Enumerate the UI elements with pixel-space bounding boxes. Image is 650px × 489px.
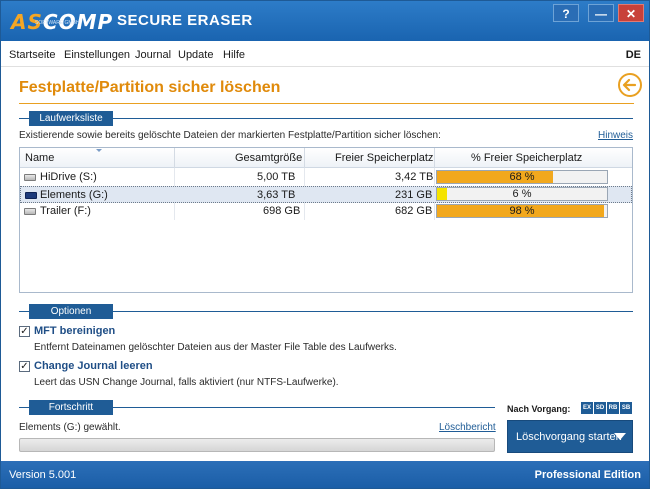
free-space-bar: 98 % [436,204,608,218]
drive-total: 3,63 TB [257,189,296,201]
report-link[interactable]: Löschbericht [439,422,496,433]
menu-item-hilfe[interactable]: Hilfe [223,49,245,61]
mft-checkbox[interactable]: ✓ [19,326,30,337]
drive-icon [24,208,36,215]
section-rule-left [19,407,29,408]
drive-name: Elements (G:) [40,189,108,201]
section-progress: Fortschritt [29,400,113,415]
hint-link[interactable]: Hinweis [598,130,633,141]
sort-indicator-icon [96,149,102,152]
logo-subtext: SOFTWARE GMBH [35,20,80,26]
menu-item-journal[interactable]: Journal [135,49,171,61]
section-rule-left [19,311,29,312]
drive-table[interactable]: Name Gesamtgröße Freier Speicherplatz % … [19,147,633,293]
version-label: Version 5.001 [9,469,77,481]
edition-label: Professional Edition [534,469,641,481]
drive-description: Existierende sowie bereits gelöschte Dat… [19,130,441,141]
after-reboot-button[interactable]: RB [607,402,619,414]
column-divider [174,148,175,168]
section-rule-right [113,118,633,119]
title-divider [19,103,634,104]
table-row-selected[interactable]: Elements (G:) 3,63 TB 231 GB 6 % [20,186,632,203]
back-arrow-icon[interactable] [618,73,642,97]
free-space-percent: 68 % [509,171,535,183]
table-header: Name Gesamtgröße Freier Speicherplatz % … [20,148,632,168]
back-arrow-glyph [622,78,637,92]
free-space-bar: 6 % [436,187,608,201]
page-title: Festplatte/Partition sicher löschen [19,79,281,96]
app-window: ASCOMP SOFTWARE GMBH SECURE ERASER ? — ✕… [0,0,650,489]
mft-option-title[interactable]: MFT bereinigen [34,325,115,337]
minimize-button[interactable]: — [588,4,614,22]
journal-checkbox[interactable]: ✓ [19,361,30,372]
column-free[interactable]: Freier Speicherplatz [335,152,433,164]
table-row[interactable]: Trailer (F:) 698 GB 682 GB 98 % [20,203,632,220]
drive-icon [24,174,36,181]
free-space-percent: 6 % [512,188,532,200]
section-rule-right [113,311,633,312]
table-row[interactable]: HiDrive (S:) 5,00 TB 3,42 TB 68 % [20,169,632,186]
start-erase-button[interactable]: Löschvorgang starten [507,420,633,453]
drive-free: 3,42 TB [395,171,434,183]
title-bar[interactable]: ASCOMP SOFTWARE GMBH SECURE ERASER ? — ✕ [1,1,649,41]
column-free-percent[interactable]: % Freier Speicherplatz [471,152,582,164]
drive-name: HiDrive (S:) [40,171,97,183]
drive-total: 698 GB [263,205,301,217]
menu-bar: Startseite Einstellungen Journal Update … [1,41,649,67]
status-text: Elements (G:) gewählt. [19,422,121,433]
after-shutdown-button[interactable]: SD [594,402,606,414]
free-space-bar: 68 % [436,170,608,184]
menu-item-einstellungen[interactable]: Einstellungen [64,49,130,61]
journal-option-description: Leert das USN Change Journal, falls akti… [34,377,339,388]
menu-item-startseite[interactable]: Startseite [9,49,55,61]
wd-drive-icon [25,192,37,199]
mft-option-description: Entfernt Dateinamen gelöschter Dateien a… [34,342,397,353]
after-standby-button[interactable]: SB [620,402,632,414]
column-name[interactable]: Name [25,152,54,164]
language-selector[interactable]: DE [626,49,641,61]
drive-free: 231 GB [395,189,433,201]
drive-total: 5,00 TB [257,171,296,183]
close-button[interactable]: ✕ [618,4,644,22]
help-button[interactable]: ? [553,4,579,22]
status-bar: Version 5.001 Professional Edition [1,461,649,488]
section-options: Optionen [29,304,113,319]
after-process-label: Nach Vorgang: [507,404,571,414]
drive-free: 682 GB [395,205,433,217]
column-total[interactable]: Gesamtgröße [235,152,302,164]
section-rule-left [19,118,29,119]
start-erase-label: Löschvorgang starten [516,431,622,443]
menu-item-update[interactable]: Update [178,49,213,61]
chevron-down-icon [614,433,626,440]
app-title: SECURE ERASER [117,12,253,29]
section-rule-right [113,407,495,408]
column-divider [304,148,305,168]
progress-bar [19,438,495,452]
after-exit-button[interactable]: EX [581,402,593,414]
drive-name: Trailer (F:) [40,205,91,217]
journal-option-title[interactable]: Change Journal leeren [34,360,153,372]
section-drive-list: Laufwerksliste [29,111,113,126]
column-divider [434,148,435,168]
free-space-percent: 98 % [509,205,535,217]
